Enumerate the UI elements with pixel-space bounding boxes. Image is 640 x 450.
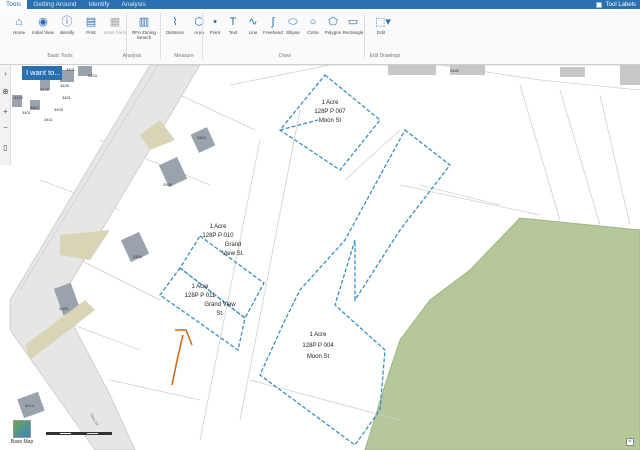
bookmarks-button[interactable]: ▯ bbox=[1, 143, 10, 152]
map-side-toolbar: › ⊕ + − ▯ bbox=[0, 65, 11, 165]
lot-number: 3401 bbox=[62, 95, 71, 100]
polygon-icon: ⬠ bbox=[328, 16, 338, 28]
tool-labels-text: Tool Labels bbox=[605, 1, 636, 8]
group-analysis: Analysis bbox=[122, 53, 142, 59]
ellipse-icon: ⬭ bbox=[288, 16, 298, 28]
minus-icon: − bbox=[3, 123, 8, 132]
separator bbox=[160, 13, 161, 59]
road bbox=[9, 65, 201, 450]
lot-number: 3401 bbox=[66, 67, 75, 72]
lot-number: 3300 bbox=[59, 306, 68, 311]
lot-number: 3460 bbox=[450, 68, 459, 73]
hotel-farm-button[interactable]: ▦ Hotel Farm bbox=[102, 14, 128, 48]
top-tab-bar: Tools Getting Around Identify Analysis T… bbox=[0, 0, 640, 9]
info-icon: ⓘ bbox=[61, 16, 73, 28]
initial-view-button[interactable]: ◉ Initial View bbox=[30, 14, 56, 48]
crosshair-icon: ⊕ bbox=[2, 87, 9, 96]
tab-tools[interactable]: Tools bbox=[0, 0, 28, 9]
locate-button[interactable]: ⊕ bbox=[1, 87, 10, 96]
expand-panel-button[interactable]: › bbox=[1, 69, 10, 78]
lot-number: 3403 bbox=[88, 73, 97, 78]
lot-number: 3214 bbox=[25, 403, 34, 408]
scale-bar bbox=[46, 432, 113, 442]
tab-analysis[interactable]: Analysis bbox=[116, 0, 152, 9]
home-button[interactable]: ⌂ Home bbox=[6, 14, 32, 48]
i-want-to-button[interactable]: I want to... bbox=[22, 66, 62, 80]
group-draw: Draw bbox=[279, 53, 291, 59]
ruler-icon: ⌇ bbox=[172, 16, 178, 28]
group-basic-tools: Basic Tools bbox=[47, 53, 73, 59]
rectangle-icon: ▭ bbox=[347, 16, 359, 28]
base-map-toggle[interactable]: Base Map bbox=[10, 420, 34, 448]
plus-icon: + bbox=[3, 107, 8, 116]
green-area bbox=[364, 217, 640, 450]
ribbon-toolbar: ⌂ Home ◉ Initial View ⓘ Identify ▤ Print ▦ Ho… bbox=[0, 9, 640, 65]
grid-icon: ▥ bbox=[138, 16, 150, 28]
text-icon: T bbox=[229, 16, 237, 28]
annotation-arrow bbox=[171, 329, 193, 386]
parcel-004-label: 1 Acre 128P P 004 Moon St bbox=[302, 332, 334, 360]
globe-icon: ◉ bbox=[38, 16, 48, 28]
lot-number: 3401 bbox=[44, 117, 53, 122]
base-map-thumbnail-icon bbox=[13, 420, 31, 438]
group-measure: Measure bbox=[174, 53, 194, 59]
lot-number: 3308 bbox=[163, 182, 172, 187]
zoom-in-button[interactable]: + bbox=[1, 107, 10, 116]
tab-getting-around[interactable]: Getting Around bbox=[27, 0, 82, 9]
lot-number: 3410 bbox=[14, 95, 23, 100]
lot-number: 3405 bbox=[54, 107, 63, 112]
circle-icon: ○ bbox=[309, 16, 317, 28]
lot-number: 3406 bbox=[40, 87, 49, 92]
freehand-icon: ʃ bbox=[271, 16, 275, 28]
lot-number: 3306 bbox=[133, 254, 142, 259]
tab-identify[interactable]: Identify bbox=[83, 0, 116, 9]
map-view[interactable]: 1 Acre 128P P 007 Moon St 1 Acre 128P P … bbox=[0, 65, 640, 450]
home-icon: ⌂ bbox=[15, 16, 23, 28]
tool-labels-toggle[interactable]: Tool Labels bbox=[595, 0, 636, 9]
chevron-right-icon: › bbox=[4, 69, 7, 78]
parcel-011-label: 1 Acre 128P P 011 Grand View St. bbox=[184, 284, 236, 317]
book-icon: ▯ bbox=[3, 143, 8, 152]
lot-number: 3401 bbox=[22, 110, 31, 115]
rfa-zoning-search-button[interactable]: ▥ RFA Zoning Search bbox=[130, 14, 158, 48]
edit-button[interactable]: ⬚▾ Edit bbox=[368, 14, 394, 48]
line-icon: ∿ bbox=[248, 16, 258, 28]
identify-button[interactable]: ⓘ Identify bbox=[54, 14, 80, 48]
print-button[interactable]: ▤ Print bbox=[78, 14, 104, 48]
parcel-010-label: 1 Acre 128P P 010 Grand View St. bbox=[202, 224, 244, 257]
lot-number: 3407 bbox=[30, 105, 39, 110]
rectangle-button[interactable]: ▭ Rectangle bbox=[340, 14, 366, 48]
group-edit-drawings: Edit Drawings bbox=[369, 53, 401, 59]
lot-number: 3405 bbox=[60, 83, 69, 88]
parcel-007-label: 1 Acre 128P P 007 Moon St bbox=[314, 100, 346, 124]
zoom-out-button[interactable]: − bbox=[1, 123, 10, 132]
edit-icon: ⬚▾ bbox=[375, 16, 391, 28]
layer-icon: ▦ bbox=[109, 16, 121, 28]
lot-number: 3310 bbox=[197, 135, 206, 140]
close-icon[interactable]: × bbox=[626, 438, 634, 446]
printer-icon: ▤ bbox=[85, 16, 97, 28]
distance-button[interactable]: ⌇ Distance bbox=[162, 14, 188, 48]
tool-labels-checkbox[interactable] bbox=[595, 1, 602, 8]
